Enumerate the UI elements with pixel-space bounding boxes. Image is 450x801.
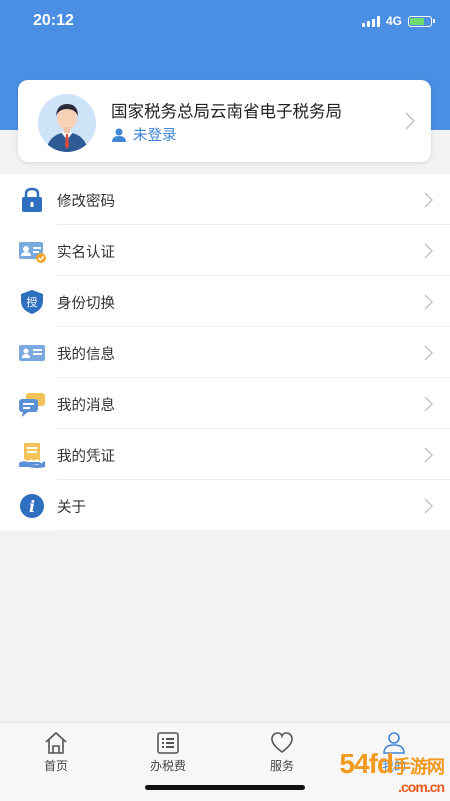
settings-menu: 修改密码 实名认证 授 身份切换 我的信息 我的消息 我的凭证 i 关于 (0, 174, 450, 531)
signal-icon (361, 15, 380, 27)
list-document-icon (157, 732, 179, 754)
menu-item-label: 关于 (57, 500, 86, 516)
menu-item-my-info[interactable]: 我的信息 (0, 327, 450, 378)
avatar (38, 94, 96, 152)
lock-icon (22, 187, 42, 212)
home-icon (45, 731, 67, 754)
watermark-domain: .com.cn (398, 779, 445, 795)
chevron-right-icon (424, 447, 434, 463)
menu-item-real-name-auth[interactable]: 实名认证 (0, 225, 450, 276)
tab-label: 服务 (269, 759, 294, 773)
login-status-label: 未登录 (133, 128, 177, 144)
chevron-right-icon (424, 345, 434, 361)
chevron-right-icon (424, 192, 434, 208)
menu-item-label: 我的消息 (57, 398, 115, 414)
tab-tax[interactable]: 办税费 (128, 731, 208, 774)
menu-item-label: 我的信息 (57, 347, 115, 363)
profile-card[interactable]: 国家税务总局云南省电子税务局 未登录 (18, 80, 431, 162)
svg-text:i: i (29, 497, 35, 516)
watermark-logo: 54fd手游网 .com.cn (339, 748, 445, 795)
tab-label: 首页 (43, 759, 68, 773)
menu-item-my-vouchers[interactable]: 我的凭证 (0, 429, 450, 480)
profile-title: 国家税务总局云南省电子税务局 (111, 103, 342, 121)
message-bubble-icon (19, 393, 45, 417)
authorize-shield-icon: 授 (21, 290, 43, 314)
menu-item-change-password[interactable]: 修改密码 (0, 174, 450, 225)
voucher-receipt-icon (19, 443, 45, 468)
tab-service[interactable]: 服务 (242, 731, 322, 774)
menu-item-label: 身份切换 (57, 296, 115, 312)
info-icon: i (20, 494, 44, 518)
avatar-person-icon (38, 94, 96, 152)
chevron-right-icon (424, 396, 434, 412)
menu-item-my-messages[interactable]: 我的消息 (0, 378, 450, 429)
watermark-main: 54fd (339, 748, 394, 779)
chevron-right-icon (424, 498, 434, 514)
tab-label: 办税费 (149, 759, 186, 773)
battery-icon (408, 15, 435, 27)
chevron-right-icon (424, 243, 434, 259)
chevron-right-icon (424, 294, 434, 310)
user-icon (112, 128, 126, 142)
home-indicator (145, 785, 305, 790)
status-time: 20:12 (33, 12, 74, 29)
chevron-right-icon (405, 112, 415, 130)
heart-icon (271, 732, 293, 753)
network-type: 4G (385, 14, 402, 28)
status-bar: 20:12 4G (0, 0, 450, 44)
divider (57, 530, 450, 531)
tab-home[interactable]: 首页 (16, 731, 96, 774)
menu-item-identity-switch[interactable]: 授 身份切换 (0, 276, 450, 327)
watermark-sub: 手游网 (393, 757, 445, 777)
menu-item-about[interactable]: i 关于 (0, 480, 450, 531)
id-card-verified-icon (19, 242, 46, 263)
svg-text:授: 授 (27, 295, 38, 309)
menu-item-label: 修改密码 (57, 194, 115, 210)
menu-item-label: 我的凭证 (57, 449, 115, 465)
login-status[interactable]: 未登录 (111, 124, 177, 145)
menu-item-label: 实名认证 (57, 245, 115, 261)
status-indicators: 4G (361, 14, 435, 28)
user-info-card-icon (19, 345, 45, 361)
